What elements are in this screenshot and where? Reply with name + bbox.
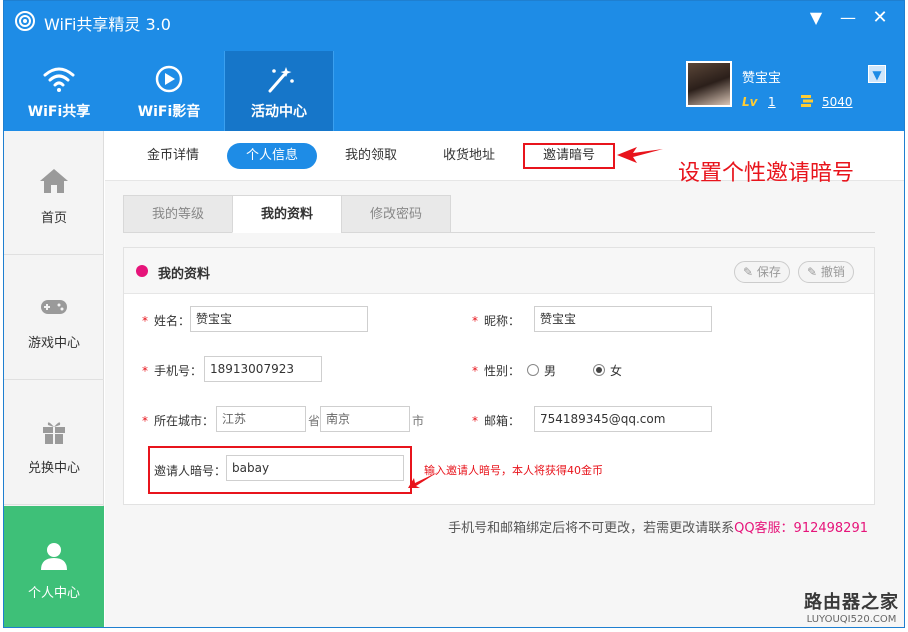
sidebar-item-personal-center[interactable]: 个人中心 bbox=[4, 506, 104, 627]
save-button[interactable]: ✎ 保存 bbox=[734, 261, 790, 283]
nav-item-activity-center[interactable]: 活动中心 bbox=[224, 51, 334, 131]
name-field[interactable]: 赞宝宝 bbox=[190, 306, 368, 332]
gender-female-label: 女 bbox=[610, 364, 623, 378]
gift-icon bbox=[43, 422, 65, 444]
nav-label: WiFi共享 bbox=[27, 104, 91, 120]
app-title: WiFi共享精灵 3.0 bbox=[44, 15, 171, 34]
home-icon bbox=[40, 169, 68, 193]
main-nav: WiFi共享 WiFi影音 活动中心 bbox=[4, 51, 334, 131]
play-icon bbox=[155, 65, 183, 93]
province-field[interactable]: 江苏 bbox=[216, 406, 306, 432]
person-icon bbox=[41, 543, 67, 570]
gamepad-icon bbox=[41, 300, 67, 314]
profile-title: 我的资料 bbox=[158, 267, 211, 282]
gender-label: * 性别： bbox=[472, 364, 521, 378]
level-value[interactable]: 1 bbox=[768, 95, 776, 109]
sidebar-item-label: 个人中心 bbox=[27, 586, 80, 601]
nav-label: 活动中心 bbox=[251, 104, 307, 120]
tab-personal-info[interactable]: 个人信息 bbox=[227, 143, 317, 169]
sidebar-item-label: 兑换中心 bbox=[27, 461, 80, 476]
sidebar-item-label: 游戏中心 bbox=[27, 336, 80, 351]
magic-wand-icon bbox=[268, 67, 294, 93]
content-panel: 我的等级 我的资料 修改密码 我的资料 ✎ 保存 ✎ 撤销 * 姓名： 赞宝宝 *… bbox=[123, 195, 875, 535]
minimize-button[interactable]: — bbox=[836, 7, 860, 29]
city-field[interactable]: 南京 bbox=[320, 406, 410, 432]
close-button[interactable]: ✕ bbox=[868, 7, 892, 29]
sidebar-item-game-center[interactable]: 游戏中心 bbox=[4, 256, 104, 380]
city-suffix: 市 bbox=[412, 414, 425, 428]
sub-tabs: 金币详情 个人信息 我的领取 收货地址 邀请暗号 设置个性邀请暗号 bbox=[105, 131, 904, 186]
annotation-arrow-icon bbox=[617, 147, 663, 163]
wifi-icon bbox=[43, 67, 75, 92]
email-field[interactable]: 754189345@qq.com bbox=[534, 406, 712, 432]
title-bar: WiFi共享精灵 3.0 ▼ — ✕ bbox=[4, 1, 904, 41]
tab-my-claims[interactable]: 我的领取 bbox=[331, 143, 411, 169]
tab-shipping-address[interactable]: 收货地址 bbox=[429, 143, 509, 169]
name-label: * 姓名： bbox=[142, 314, 191, 328]
coin-stack-icon bbox=[801, 95, 813, 107]
cancel-button-label: 撤销 bbox=[820, 265, 845, 279]
app-logo-icon bbox=[15, 11, 35, 31]
nav-label: WiFi影音 bbox=[137, 104, 201, 120]
nickname-field[interactable]: 赞宝宝 bbox=[534, 306, 712, 332]
watermark: 路由器之家 LUYOUQI520.COM bbox=[804, 588, 899, 625]
gender-male-label: 男 bbox=[544, 364, 557, 378]
sidebar-item-label: 首页 bbox=[40, 211, 67, 226]
invite-code-label: 邀请人暗号： bbox=[154, 464, 227, 478]
cancel-button[interactable]: ✎ 撤销 bbox=[798, 261, 854, 283]
city-label: * 所在城市： bbox=[142, 414, 215, 428]
tab-change-password[interactable]: 修改密码 bbox=[341, 195, 451, 233]
qq-support-link[interactable]: QQ客服：912498291 bbox=[734, 521, 868, 536]
bullet-dot-icon bbox=[136, 265, 148, 277]
user-panel: 赞宝宝 ▼ Lv 1 5040 bbox=[686, 61, 886, 111]
nav-item-wifi-video[interactable]: WiFi影音 bbox=[114, 51, 224, 131]
user-name: 赞宝宝 bbox=[742, 71, 782, 86]
app-window: WiFi共享精灵 3.0 ▼ — ✕ WiFi共享 WiFi影音 活动中心 赞宝… bbox=[3, 0, 905, 628]
coin-balance[interactable]: 5040 bbox=[822, 95, 853, 109]
menu-dropdown-button[interactable]: ▼ bbox=[804, 7, 828, 29]
profile-header: 我的资料 ✎ 保存 ✎ 撤销 bbox=[124, 248, 874, 294]
inner-tabs: 我的等级 我的资料 修改密码 bbox=[123, 195, 875, 233]
tab-coin-details[interactable]: 金币详情 bbox=[133, 143, 213, 169]
watermark-en: LUYOUQI520.COM bbox=[806, 614, 897, 625]
avatar[interactable] bbox=[686, 61, 732, 107]
main-content: 金币详情 个人信息 我的领取 收货地址 邀请暗号 设置个性邀请暗号 我的等级 我… bbox=[105, 131, 904, 627]
tab-invite-code[interactable]: 邀请暗号 bbox=[523, 143, 615, 169]
sidebar-item-home[interactable]: 首页 bbox=[4, 131, 104, 255]
sidebar-item-exchange-center[interactable]: 兑换中心 bbox=[4, 381, 104, 505]
gender-male-radio[interactable] bbox=[527, 364, 539, 376]
bottom-note-text: 手机号和邮箱绑定后将不可更改，若需更改请联系 bbox=[448, 521, 735, 536]
level-badge: Lv bbox=[742, 95, 758, 109]
header: WiFi共享精灵 3.0 ▼ — ✕ WiFi共享 WiFi影音 活动中心 赞宝… bbox=[4, 1, 904, 131]
bottom-note: 手机号和邮箱绑定后将不可更改，若需更改请联系QQ客服：912498291 bbox=[448, 517, 868, 536]
nav-item-wifi-share[interactable]: WiFi共享 bbox=[4, 51, 114, 131]
gender-female-radio[interactable] bbox=[593, 364, 605, 376]
tab-my-level[interactable]: 我的等级 bbox=[123, 195, 233, 233]
province-suffix: 省 bbox=[308, 414, 321, 428]
tab-my-profile[interactable]: 我的资料 bbox=[232, 195, 342, 233]
nickname-label: * 昵称： bbox=[472, 314, 521, 328]
watermark-cn: 路由器之家 bbox=[804, 592, 899, 613]
annotation-text: 设置个性邀请暗号 bbox=[678, 161, 855, 186]
phone-field[interactable]: 18913007923 bbox=[204, 356, 322, 382]
invite-code-hint: 输入邀请人暗号，本人将获得40金币 bbox=[424, 464, 603, 477]
profile-form: 我的资料 ✎ 保存 ✎ 撤销 * 姓名： 赞宝宝 * 昵称： 赞宝宝 * 手机号： 1… bbox=[123, 247, 875, 505]
phone-label: * 手机号： bbox=[142, 364, 203, 378]
sidebar: 首页 游戏中心 兑换中心 个人中心 bbox=[4, 131, 104, 627]
invite-code-field[interactable]: babay bbox=[226, 455, 404, 481]
chevron-down-icon[interactable]: ▼ bbox=[868, 65, 886, 83]
email-label: * 邮箱： bbox=[472, 414, 521, 428]
save-button-label: 保存 bbox=[756, 265, 781, 279]
